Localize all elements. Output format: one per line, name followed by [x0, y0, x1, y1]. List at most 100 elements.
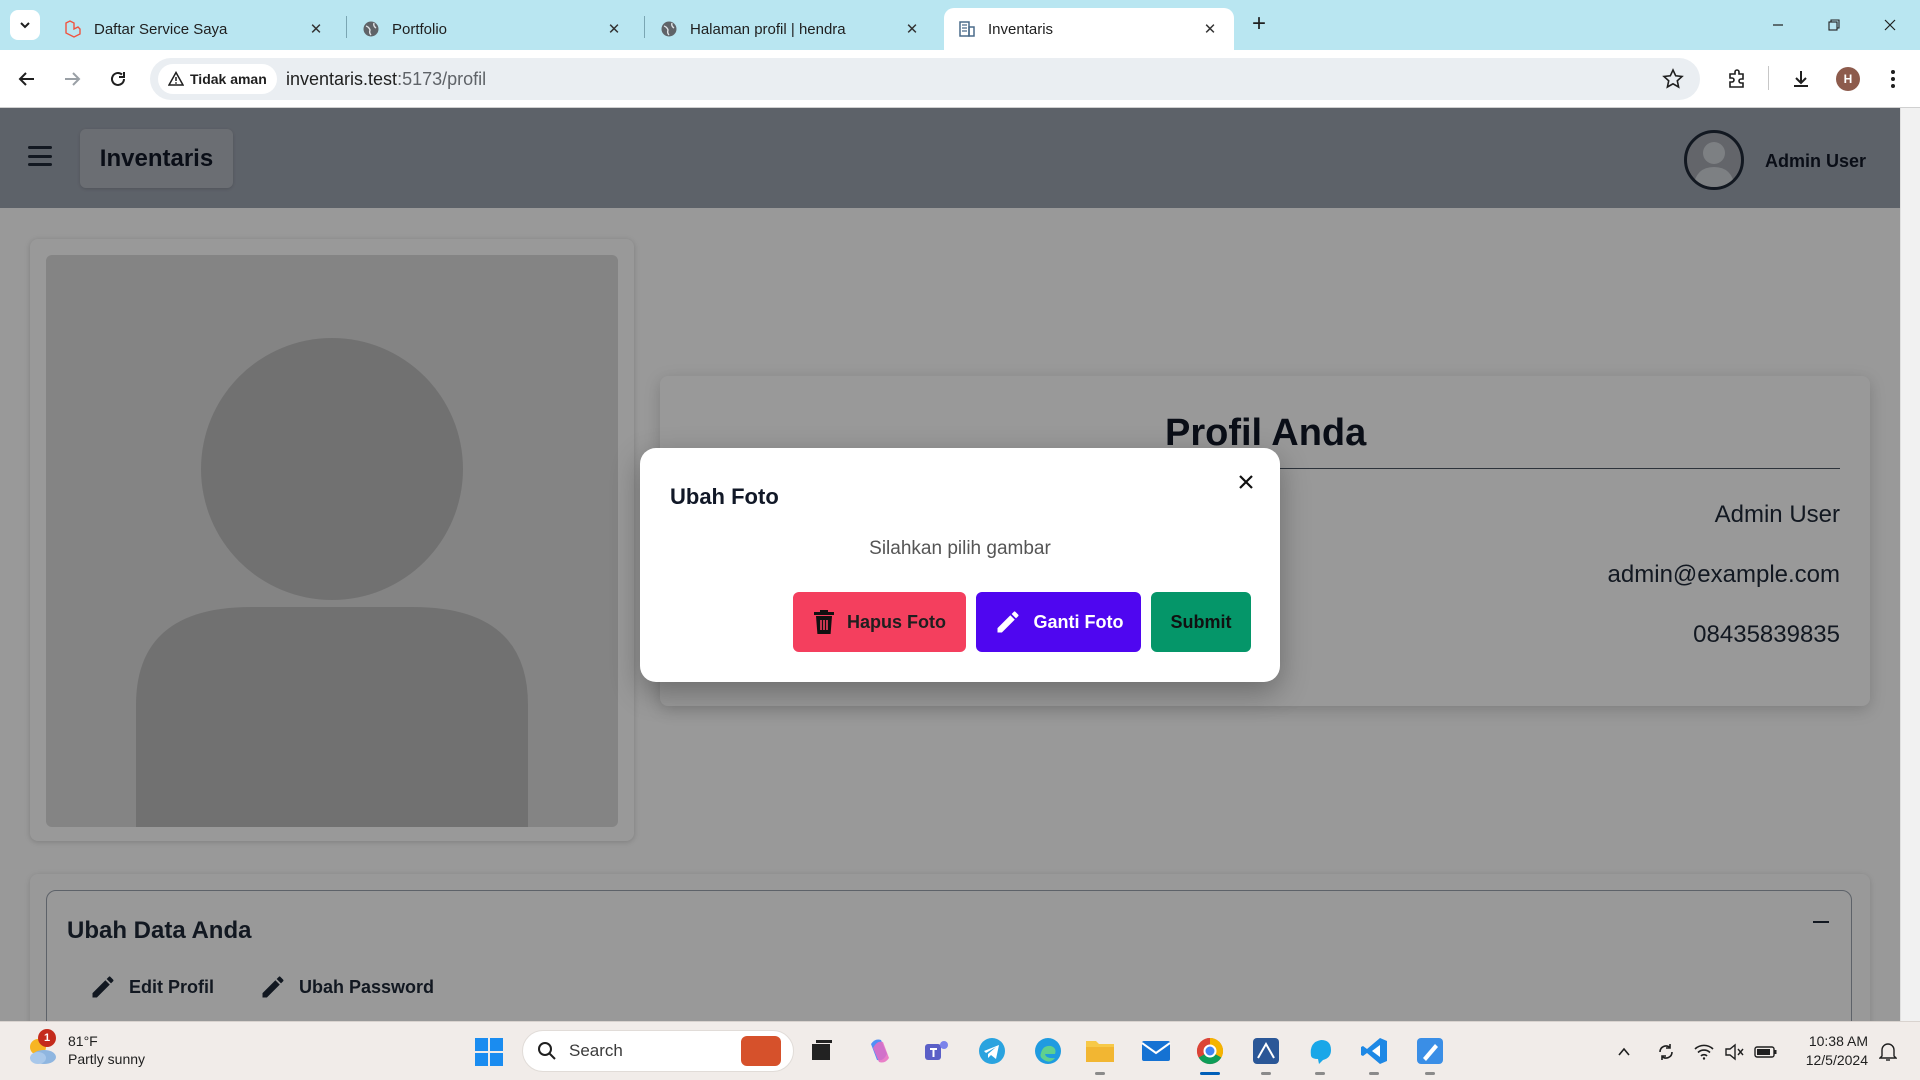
change-photo-label: Ganti Foto [1033, 611, 1124, 632]
tab-divider [346, 16, 347, 38]
tab-portfolio[interactable]: Portfolio ✕ [348, 8, 638, 50]
running-indicator [1425, 1072, 1435, 1075]
tab-title: Daftar Service Saya [94, 20, 228, 38]
copilot-icon[interactable] [862, 1033, 898, 1069]
tab-inventaris[interactable]: Inventaris ✕ [944, 8, 1234, 50]
toolbar-divider [1768, 66, 1769, 90]
close-icon[interactable]: ✕ [1200, 19, 1220, 39]
address-bar[interactable]: Tidak aman inventaris.test:5173/profil [150, 58, 1700, 100]
page-content: Inventaris Admin User Profil Anda Admin … [0, 108, 1900, 1021]
wifi-icon[interactable] [1692, 1040, 1716, 1064]
delete-photo-button[interactable]: Hapus Foto [793, 592, 966, 652]
globe-icon [362, 20, 380, 38]
close-icon[interactable]: ✕ [604, 19, 624, 39]
downloads-button[interactable] [1786, 64, 1816, 94]
telegram-icon[interactable] [974, 1033, 1010, 1069]
url-path: :5173/profil [397, 69, 487, 89]
notification-bell-icon[interactable] [1876, 1040, 1900, 1064]
delete-photo-label: Hapus Foto [847, 611, 946, 632]
partly-sunny-icon: 1 [24, 1029, 58, 1067]
taskbar-clock[interactable]: 10:38 AM 12/5/2024 [1800, 1032, 1868, 1070]
running-indicator [1369, 1072, 1379, 1075]
modal-close-button[interactable] [1234, 470, 1258, 494]
vscode-icon[interactable] [1356, 1033, 1392, 1075]
browser-toolbar: Tidak aman inventaris.test:5173/profil H [0, 50, 1920, 108]
tab-search-button[interactable] [10, 10, 40, 40]
kebab-menu-icon [1891, 70, 1895, 88]
clock-date: 12/5/2024 [1805, 1052, 1868, 1068]
speaker-muted-icon[interactable] [1722, 1040, 1746, 1064]
bookmark-star-icon[interactable] [1662, 68, 1684, 95]
task-view-icon[interactable] [804, 1033, 840, 1069]
chevron-down-icon [20, 22, 30, 29]
security-label: Tidak aman [190, 71, 267, 87]
running-indicator [1095, 1072, 1105, 1075]
restore-button[interactable] [1806, 0, 1862, 50]
security-indicator[interactable]: Tidak aman [158, 64, 277, 94]
search-placeholder: Search [569, 1041, 623, 1060]
pencil-icon [997, 611, 1018, 633]
weather-temperature: 81°F [68, 1033, 98, 1049]
browser-menu-button[interactable] [1878, 64, 1908, 94]
globe-icon [660, 20, 678, 38]
new-tab-button[interactable]: + [1246, 12, 1272, 38]
running-indicator [1315, 1072, 1325, 1075]
arrow-right-icon [65, 72, 81, 86]
submit-button[interactable]: Submit [1151, 592, 1251, 652]
weather-description: Partly sunny [68, 1051, 146, 1067]
reload-icon [111, 71, 125, 86]
download-icon [1794, 71, 1808, 87]
back-button[interactable] [12, 64, 42, 94]
app-icon-blue-square[interactable] [1248, 1033, 1284, 1075]
profile-button[interactable]: H [1833, 64, 1863, 94]
minimize-button[interactable] [1750, 0, 1806, 50]
tab-daftar-service[interactable]: Daftar Service Saya ✕ [50, 8, 340, 50]
active-indicator [1200, 1072, 1220, 1075]
modal-title: Ubah Foto [670, 484, 779, 509]
change-photo-button[interactable]: Ganti Foto [976, 592, 1141, 652]
search-highlight-icon [741, 1036, 781, 1066]
teams-icon[interactable] [918, 1033, 954, 1069]
search-icon [538, 1042, 556, 1060]
restore-icon [1828, 19, 1840, 31]
forward-button[interactable] [57, 64, 87, 94]
weather-widget[interactable]: 1 81°F Partly sunny [24, 1029, 146, 1068]
edge-icon[interactable] [1030, 1033, 1066, 1069]
puzzle-icon [1729, 69, 1744, 88]
profile-avatar: H [1836, 67, 1860, 91]
close-window-button[interactable] [1862, 0, 1918, 50]
change-photo-modal: Ubah Foto Silahkan pilih gambar Hapus Fo… [640, 448, 1280, 682]
modal-message: Silahkan pilih gambar [869, 538, 1051, 559]
extensions-button[interactable] [1722, 64, 1752, 94]
reload-button[interactable] [103, 64, 133, 94]
battery-icon[interactable] [1754, 1040, 1778, 1064]
url-host: inventaris.test [286, 69, 398, 89]
close-icon [1884, 19, 1896, 31]
sync-icon[interactable] [1654, 1040, 1678, 1064]
warning-icon [168, 71, 184, 87]
arrow-left-icon [18, 72, 34, 86]
app-icon-cyan[interactable] [1302, 1033, 1338, 1075]
minimize-icon [1773, 24, 1783, 26]
file-explorer-icon[interactable] [1082, 1033, 1118, 1075]
close-icon [1239, 475, 1253, 489]
weather-badge: 1 [38, 1029, 56, 1047]
mail-icon[interactable] [1138, 1033, 1174, 1069]
tab-title: Halaman profil | hendra [690, 20, 846, 38]
tab-halaman-profil[interactable]: Halaman profil | hendra ✕ [646, 8, 936, 50]
url-text[interactable]: inventaris.test:5173/profil [286, 69, 486, 90]
trash-icon [814, 610, 834, 634]
taskbar: 1 81°F Partly sunny Search 10:38 AM 12/5… [0, 1021, 1920, 1080]
building-icon [958, 20, 976, 38]
close-icon[interactable]: ✕ [902, 19, 922, 39]
close-icon[interactable]: ✕ [306, 19, 326, 39]
taskbar-search[interactable]: Search [522, 1030, 794, 1072]
chrome-icon[interactable] [1192, 1033, 1228, 1075]
running-indicator [1261, 1072, 1271, 1075]
chevron-up-icon[interactable] [1612, 1040, 1636, 1064]
page-scrollbar[interactable] [1900, 108, 1920, 1021]
start-button[interactable] [474, 1037, 504, 1067]
clock-time: 10:38 AM [1808, 1033, 1868, 1049]
tab-title: Portfolio [392, 20, 448, 38]
app-icon-paint[interactable] [1412, 1033, 1448, 1075]
